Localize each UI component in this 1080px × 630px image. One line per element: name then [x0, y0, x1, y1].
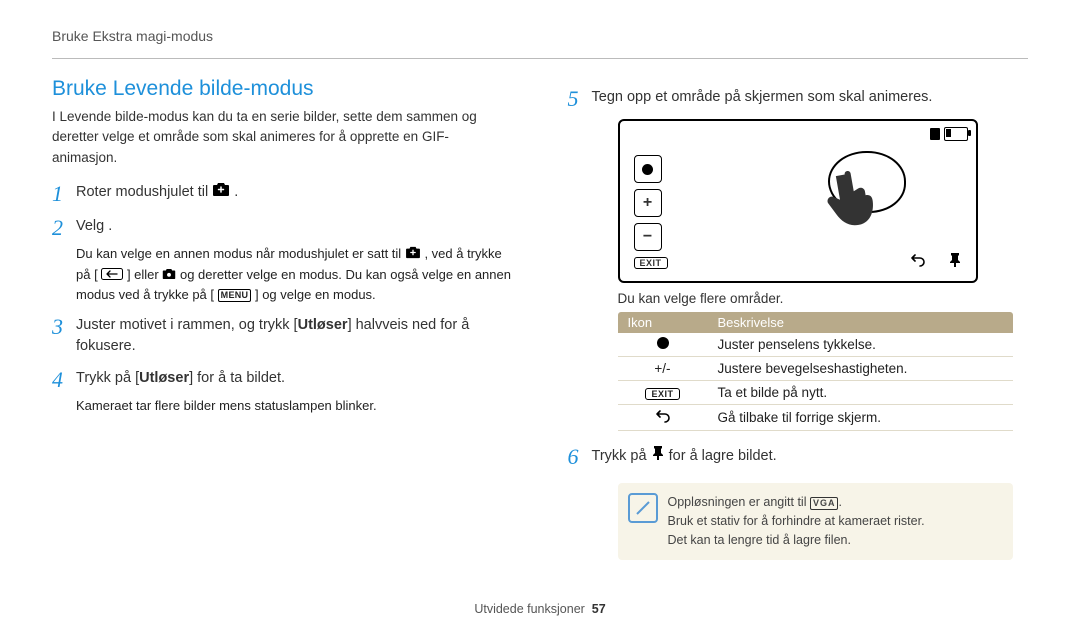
step-1: 1 Roter modushjulet til .: [52, 182, 513, 206]
step-number: 3: [52, 315, 76, 359]
step-2-note-a: Du kan velge en annen modus når modushju…: [76, 246, 405, 261]
exit-button-icon: EXIT: [645, 388, 679, 400]
battery-icon: [944, 127, 968, 141]
brush-dot-icon: [634, 155, 662, 183]
step-5: 5 Tegn opp et område på skjermen som ska…: [568, 87, 1029, 111]
step-3-text: Juster motivet i rammen, og trykk [Utløs…: [76, 315, 513, 359]
camera-plus-icon: [212, 182, 230, 205]
intro-paragraph: I Levende bilde-modus kan du ta en serie…: [52, 107, 513, 168]
table-header-desc: Beskrivelse: [708, 312, 1013, 333]
storage-icon: [930, 128, 940, 140]
info-line-1b: .: [838, 495, 841, 509]
step-2-note-c: ] eller: [127, 267, 162, 282]
row-icon-exit: EXIT: [618, 381, 708, 405]
step-2-note-e: ] og velge en modus.: [255, 287, 376, 302]
step-number: 2: [52, 216, 76, 240]
step-number: 1: [52, 182, 76, 206]
step-1-part-b: .: [234, 184, 238, 200]
vga-label-icon: VGA: [810, 497, 839, 510]
page-header: Bruke Ekstra magi-modus: [52, 28, 1028, 44]
screen-diagram: + − EXIT: [618, 119, 978, 283]
step-2-text: Velg .: [76, 216, 513, 240]
undo-icon: [910, 253, 926, 272]
step-4-text: Trykk på [Utløser] for å ta bildet.: [76, 368, 513, 392]
step-2-note: Du kan velge en annen modus når modushju…: [76, 244, 513, 305]
shutter-label: Utløser: [139, 370, 189, 386]
step-6: 6 Trykk på for å lagre bildet.: [568, 445, 1029, 469]
step-4-c: ] for å ta bildet.: [189, 370, 285, 386]
page-footer: Utvidede funksjoner 57: [0, 602, 1080, 616]
icon-description-table: Ikon Beskrivelse Juster penselens tykkel…: [618, 312, 1013, 431]
right-column: 5 Tegn opp et område på skjermen som ska…: [568, 77, 1029, 560]
step-6-text: Trykk på for å lagre bildet.: [592, 445, 1029, 469]
save-pin-icon: [948, 252, 962, 273]
camera-plus-icon: [405, 245, 421, 265]
step-number: 6: [568, 445, 592, 469]
step-6-b: for å lagre bildet.: [669, 448, 777, 464]
step-4-note: Kameraet tar flere bilder mens statuslam…: [76, 396, 513, 416]
brush-dot-icon: [657, 337, 669, 349]
camera-icon: [162, 266, 176, 286]
header-divider: [52, 58, 1028, 59]
table-row: +/- Justere bevegelseshastigheten.: [618, 357, 1013, 381]
diagram-caption: Du kan velge flere områder.: [618, 291, 1029, 306]
save-pin-icon: [651, 445, 665, 469]
step-6-a: Trykk på: [592, 448, 651, 464]
info-icon: [628, 493, 658, 523]
row-desc: Ta et bilde på nytt.: [708, 381, 1013, 405]
footer-label: Utvidede funksjoner: [474, 602, 584, 616]
step-4-a: Trykk på [: [76, 370, 139, 386]
row-icon-plusminus: +/-: [618, 357, 708, 381]
undo-icon: [655, 409, 671, 423]
step-2: 2 Velg .: [52, 216, 513, 240]
row-desc: Justere bevegelseshastigheten.: [708, 357, 1013, 381]
section-title: Bruke Levende bilde-modus: [52, 77, 513, 101]
left-column: Bruke Levende bilde-modus I Levende bild…: [52, 77, 513, 560]
row-icon-back: [618, 405, 708, 431]
table-row: EXIT Ta et bilde på nytt.: [618, 381, 1013, 405]
table-row: Juster penselens tykkelse.: [618, 333, 1013, 357]
info-note-box: Oppløsningen er angitt til VGA. Bruk et …: [618, 483, 1013, 559]
step-5-text: Tegn opp et område på skjermen som skal …: [592, 87, 1029, 111]
info-line-2: Bruk et stativ for å forhindre at kamera…: [668, 512, 1001, 531]
step-number: 5: [568, 87, 592, 111]
step-1-text: Roter modushjulet til .: [76, 182, 513, 206]
step-3: 3 Juster motivet i rammen, og trykk [Utl…: [52, 315, 513, 359]
minus-icon: −: [634, 223, 662, 251]
menu-button-icon: MENU: [218, 289, 252, 302]
row-desc: Gå tilbake til forrige skjerm.: [708, 405, 1013, 431]
footer-page-number: 57: [592, 602, 606, 616]
row-desc: Juster penselens tykkelse.: [708, 333, 1013, 357]
back-key-icon: [101, 266, 123, 286]
table-row: Gå tilbake til forrige skjerm.: [618, 405, 1013, 431]
plus-icon: +: [634, 189, 662, 217]
step-4: 4 Trykk på [Utløser] for å ta bildet.: [52, 368, 513, 392]
step-3-a: Juster motivet i rammen, og trykk [: [76, 317, 298, 333]
status-bar: [930, 127, 968, 141]
info-line-1a: Oppløsningen er angitt til: [668, 495, 810, 509]
row-icon-brush: [618, 333, 708, 357]
shutter-label: Utløser: [298, 317, 348, 333]
exit-button-icon: EXIT: [634, 257, 668, 269]
step-number: 4: [52, 368, 76, 392]
step-1-part-a: Roter modushjulet til: [76, 184, 212, 200]
info-line-3: Det kan ta lengre tid å lagre filen.: [668, 531, 1001, 550]
diagram-side-buttons: + −: [634, 155, 662, 251]
table-header-icon: Ikon: [618, 312, 708, 333]
